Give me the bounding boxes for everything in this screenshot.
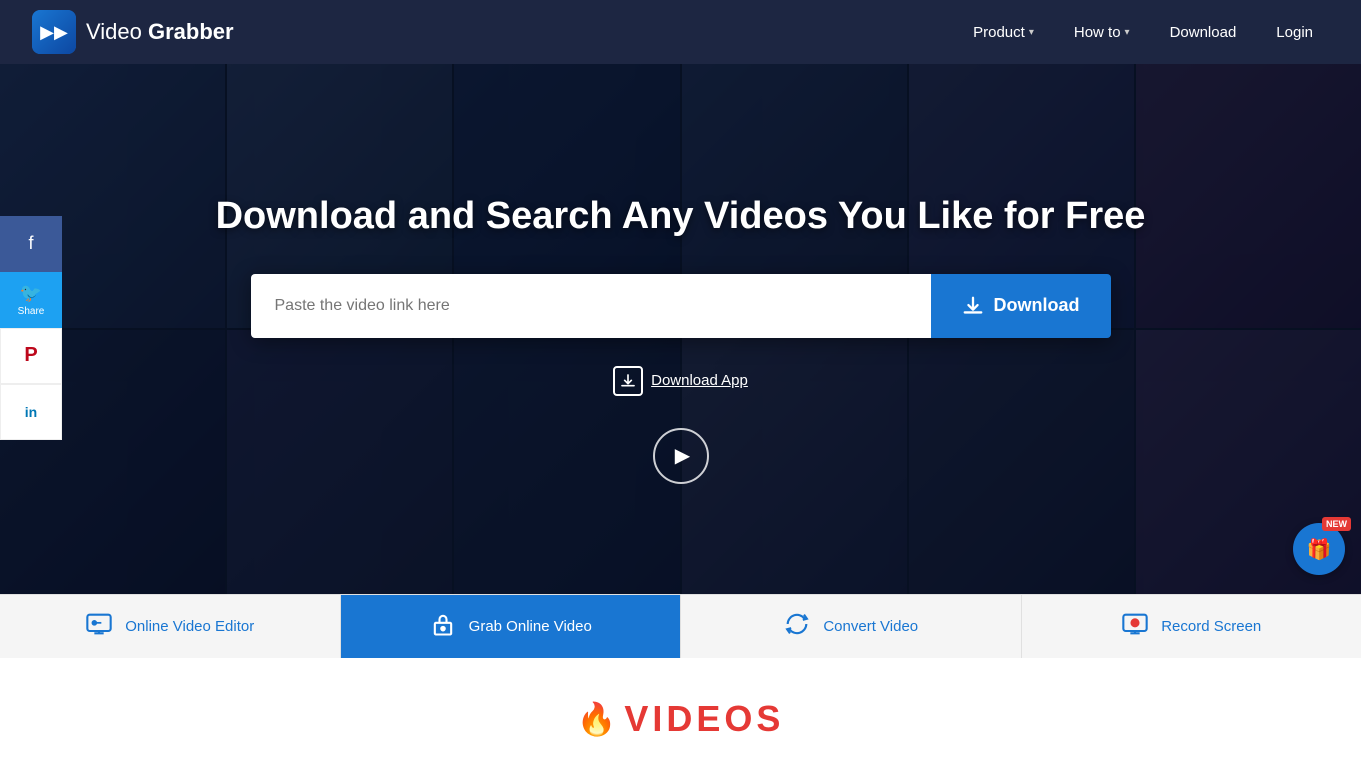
nav-item-login[interactable]: Login [1260, 16, 1329, 49]
fire-icon: 🔥 [577, 700, 617, 738]
pinterest-share-button[interactable]: P [0, 328, 62, 384]
nav-item-download[interactable]: Download [1154, 16, 1253, 49]
pinterest-icon: P [24, 344, 37, 367]
bottom-nav: Online Video Editor Grab Online Video Co… [0, 594, 1361, 658]
new-badge-button[interactable]: 🎁 NEW [1293, 523, 1345, 575]
nav-item-howto[interactable]: How to ▾ [1058, 16, 1146, 49]
gift-icon: 🎁 [1307, 537, 1332, 562]
bottom-nav-convert-video[interactable]: Convert Video [681, 595, 1022, 658]
twitter-share-button[interactable]: 🐦 Share [0, 272, 62, 328]
bottom-nav-online-video-editor[interactable]: Online Video Editor [0, 595, 341, 658]
bottom-nav-record-screen[interactable]: Record Screen [1022, 595, 1361, 658]
bottom-nav-grab-online-video[interactable]: Grab Online Video [341, 595, 682, 658]
convert-video-icon [783, 610, 811, 644]
facebook-share-button[interactable]: f [0, 216, 62, 272]
logo-link[interactable]: ▶ Video Grabber [32, 10, 234, 54]
chevron-down-icon: ▾ [1029, 27, 1034, 38]
logo-text: Video Grabber [86, 19, 234, 45]
search-bar: Download [251, 274, 1111, 338]
download-button[interactable]: Download [931, 274, 1111, 338]
chevron-down-icon: ▾ [1125, 27, 1130, 38]
videos-section-title: VIDEOS [624, 698, 784, 740]
grab-video-icon [429, 610, 457, 644]
play-icon: ▶ [675, 443, 690, 468]
navbar-nav: Product ▾ How to ▾ Download Login [957, 16, 1329, 49]
hero-title: Download and Search Any Videos You Like … [216, 195, 1146, 238]
linkedin-share-button[interactable]: in [0, 384, 62, 440]
linkedin-icon: in [25, 404, 37, 420]
facebook-icon: f [28, 233, 33, 254]
navbar: ▶ Video Grabber Product ▾ How to ▾ Downl… [0, 0, 1361, 64]
new-badge-container: 🎁 NEW [1293, 523, 1345, 575]
download-icon [962, 295, 984, 317]
record-screen-icon [1121, 610, 1149, 644]
hero-content: Download and Search Any Videos You Like … [0, 64, 1361, 594]
logo-icon: ▶ [32, 10, 76, 54]
play-button[interactable]: ▶ [653, 428, 709, 484]
videos-section: 🔥 VIDEOS [0, 658, 1361, 760]
hero-section: Download and Search Any Videos You Like … [0, 64, 1361, 594]
download-app-icon [613, 366, 643, 396]
search-input[interactable] [251, 274, 931, 338]
social-sidebar: f 🐦 Share P in [0, 216, 62, 440]
nav-item-product[interactable]: Product ▾ [957, 16, 1050, 49]
download-app-link[interactable]: Download App [613, 366, 748, 396]
video-editor-icon [85, 610, 113, 644]
twitter-icon: 🐦 [20, 283, 42, 304]
